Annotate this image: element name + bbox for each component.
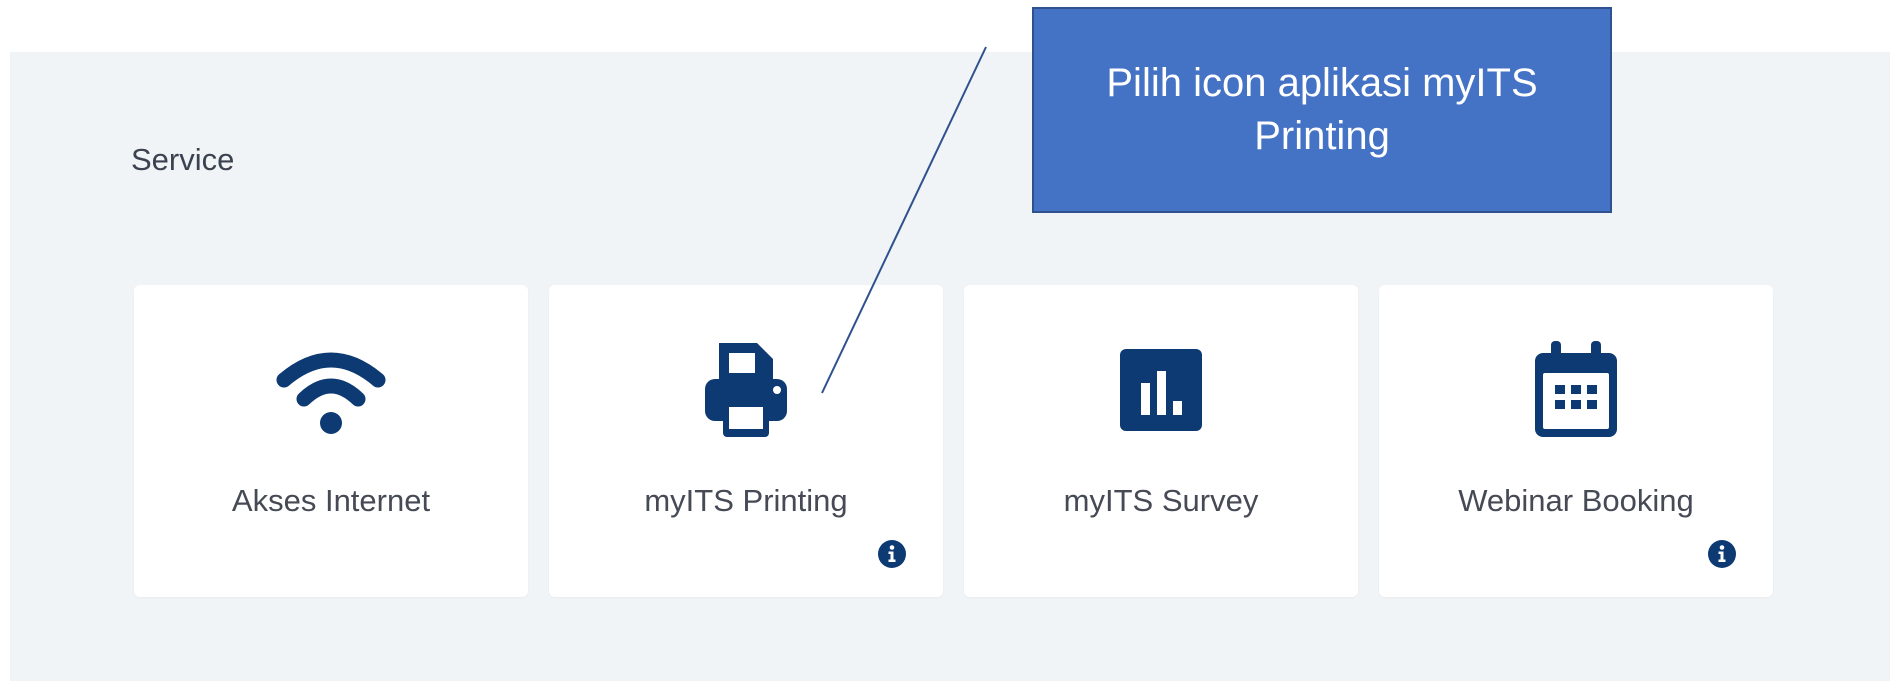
service-card-akses-internet[interactable]: Akses Internet [134,285,528,597]
calendar-icon [1521,335,1631,445]
annotation-callout: Pilih icon aplikasi myITS Printing [1032,7,1612,213]
service-card-webinar-booking[interactable]: Webinar Booking [1379,285,1773,597]
service-card-label: myITS Survey [1063,483,1259,518]
wifi-icon [276,335,386,445]
service-card-myits-printing[interactable]: myITS Printing [549,285,943,597]
printer-icon [691,335,801,445]
service-card-label: Akses Internet [231,483,431,518]
section-title: Service [131,142,235,177]
info-icon[interactable] [1707,539,1737,569]
service-card-label: Webinar Booking [1458,483,1694,518]
service-card-myits-survey[interactable]: myITS Survey [964,285,1358,597]
callout-text: Pilih icon aplikasi myITS Printing [1106,61,1538,158]
bar-chart-icon [1106,335,1216,445]
service-card-label: myITS Printing [644,483,848,518]
info-icon[interactable] [877,539,907,569]
